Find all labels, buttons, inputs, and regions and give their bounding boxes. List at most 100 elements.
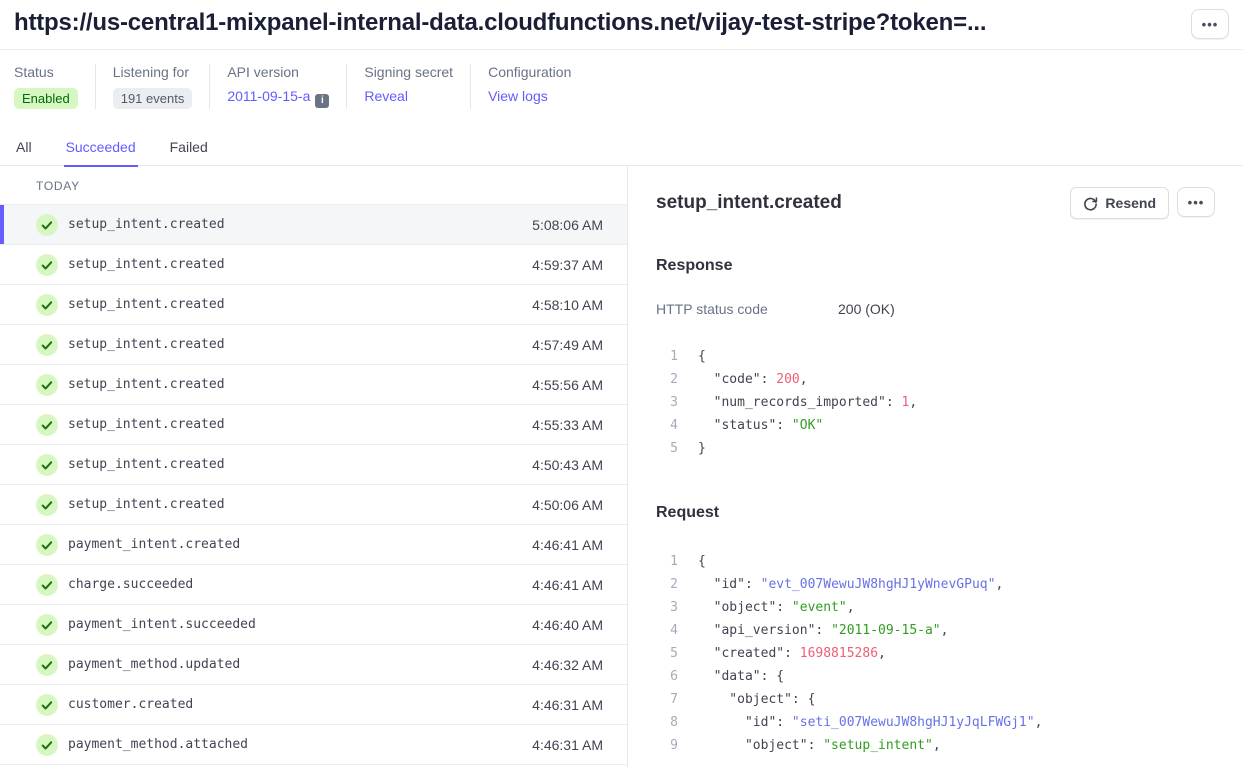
info-icon: i [315,94,329,108]
success-check-icon [36,654,58,676]
line-number: 5 [656,642,678,665]
event-time: 4:50:43 AM [532,457,603,473]
event-row[interactable]: payment_intent.created 4:46:41 AM [0,525,627,565]
success-check-icon [36,374,58,396]
detail-overflow-menu-button[interactable]: ••• [1177,187,1215,217]
event-time: 5:08:06 AM [532,217,603,233]
code-line: 8 "id": "seti_007WewuJW8hgHJ1yJqLFWGj1", [656,711,1215,734]
event-time: 4:46:31 AM [532,697,603,713]
event-row[interactable]: customer.created4:46:31 AM [0,685,627,725]
event-time: 4:57:49 AM [532,337,603,353]
resend-button-label: Resend [1105,195,1156,211]
status-badge: Enabled [14,88,78,109]
meta-group-configuration: Configuration View logs [470,64,588,109]
http-status-row: HTTP status code 200 (OK) [656,301,1215,317]
event-name: setup_intent.created [68,257,225,272]
code-text: "code": 200, [678,368,808,391]
response-heading: Response [656,257,1215,275]
event-name: setup_intent.created [68,497,225,512]
code-line: 2 "code": 200, [656,368,1215,391]
event-time: 4:46:41 AM [532,577,603,593]
event-name: setup_intent.created [68,457,225,472]
view-logs-link[interactable]: View logs [488,88,548,104]
code-line: 3 "num_records_imported": 1, [656,391,1215,414]
status-label: Status [14,64,78,80]
code-line: 3 "object": "event", [656,596,1215,619]
code-line: 7 "object": { [656,688,1215,711]
event-name: setup_intent.created [68,417,225,432]
code-line: 4 "status": "OK" [656,414,1215,437]
event-detail-title: setup_intent.created [656,192,842,214]
event-time: 4:46:41 AM [532,537,603,553]
resend-button[interactable]: Resend [1070,187,1169,219]
success-check-icon [36,334,58,356]
request-code-block: 1{2 "id": "evt_007WewuJW8hgHJ1yWnevGPuq"… [656,550,1215,757]
configuration-label: Configuration [488,64,571,80]
code-line: 4 "api_version": "2011-09-15-a", [656,619,1215,642]
event-row[interactable]: setup_intent.created4:55:33 AM [0,405,627,445]
tab-all[interactable]: All [14,133,34,165]
success-check-icon [36,734,58,756]
code-text: "object": "setup_intent", [678,734,941,757]
line-number: 1 [656,345,678,368]
detail-actions: Resend ••• [1070,187,1215,219]
event-row[interactable]: charge.succeeded4:46:41 AM [0,565,627,605]
reveal-secret-link[interactable]: Reveal [364,88,408,104]
success-check-icon [36,574,58,596]
event-time: 4:58:10 AM [532,297,603,313]
line-number: 3 [656,391,678,414]
listening-for-label: Listening for [113,64,193,80]
page-header: https://us-central1-mixpanel-internal-da… [0,0,1243,50]
event-row[interactable]: payment_method.updated4:46:32 AM [0,645,627,685]
event-name: setup_intent.created [68,297,225,312]
line-number: 3 [656,596,678,619]
line-number: 6 [656,665,678,688]
page-title: https://us-central1-mixpanel-internal-da… [14,9,986,37]
event-detail-panel: setup_intent.created Resend ••• Response… [628,166,1243,767]
success-check-icon [36,214,58,236]
tab-succeeded[interactable]: Succeeded [64,133,138,165]
success-check-icon [36,454,58,476]
signing-secret-label: Signing secret [364,64,453,80]
event-row[interactable]: setup_intent.created 5:08:06 AM [0,205,627,245]
event-name: setup_intent.created [68,337,225,352]
code-text: } [678,437,706,460]
line-number: 4 [656,619,678,642]
success-check-icon [36,254,58,276]
event-time: 4:46:31 AM [532,737,603,753]
meta-group-signing-secret: Signing secret Reveal [346,64,470,109]
line-number: 4 [656,414,678,437]
detail-header: setup_intent.created Resend ••• [656,187,1215,219]
success-check-icon [36,414,58,436]
event-row[interactable]: setup_intent.created4:55:56 AM [0,365,627,405]
event-time: 4:59:37 AM [532,257,603,273]
api-version-value: 2011-09-15-a [227,88,310,104]
selected-indicator-bar [0,205,4,244]
code-text: "object": { [678,688,815,711]
meta-group-api-version: API version 2011-09-15-ai [209,64,346,109]
event-list-panel: TODAY setup_intent.created5:08:06 AMsetu… [0,166,628,767]
code-line: 5 "created": 1698815286, [656,642,1215,665]
event-row[interactable]: setup_intent.created 4:57:49 AM [0,325,627,365]
line-number: 1 [656,550,678,573]
page-overflow-menu-button[interactable]: ••• [1191,9,1229,39]
event-row[interactable]: payment_method.attached4:46:31 AM [0,725,627,765]
event-row[interactable]: setup_intent.created 4:50:43 AM [0,445,627,485]
endpoint-meta-row: Status Enabled Listening for 191 events … [0,50,1243,125]
event-row[interactable]: payment_intent.succeeded4:46:40 AM [0,605,627,645]
tab-failed[interactable]: Failed [168,133,210,165]
ellipsis-icon: ••• [1202,17,1219,32]
event-row[interactable]: setup_intent.created 4:59:37 AM [0,245,627,285]
success-check-icon [36,534,58,556]
success-check-icon [36,694,58,716]
event-row[interactable]: setup_intent.created4:50:06 AM [0,485,627,525]
event-name: setup_intent.created [68,217,225,232]
code-text: "id": "seti_007WewuJW8hgHJ1yJqLFWGj1", [678,711,1042,734]
event-row[interactable]: setup_intent.created 4:58:10 AM [0,285,627,325]
resend-icon [1083,196,1098,211]
line-number: 8 [656,711,678,734]
line-number: 9 [656,734,678,757]
events-count-badge[interactable]: 191 events [113,88,193,109]
event-name: payment_intent.created [68,537,240,552]
api-version-link[interactable]: 2011-09-15-ai [227,88,329,104]
